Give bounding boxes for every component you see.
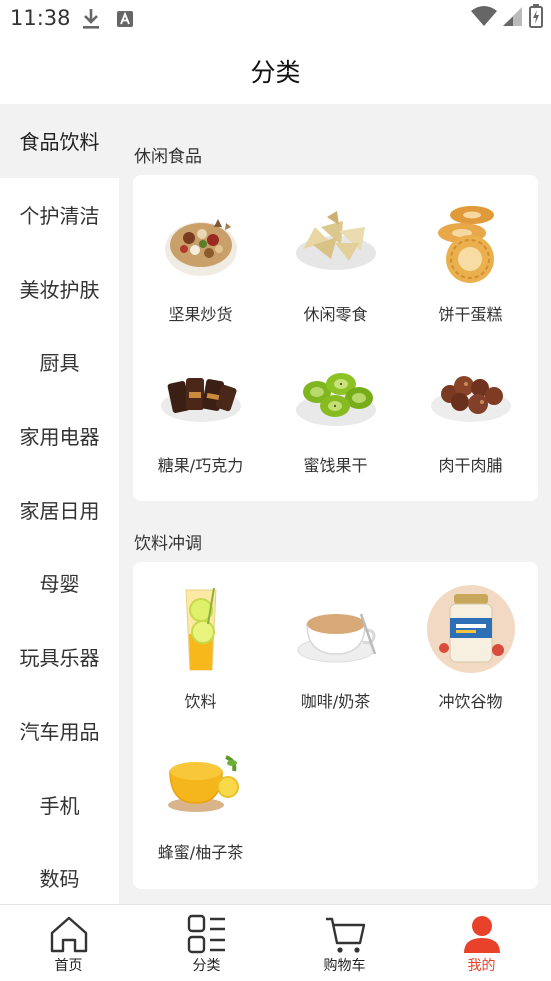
sidebar-item-label: 数码 [39, 867, 80, 892]
tab-home[interactable]: 首页 [0, 905, 137, 981]
section-title: 饮料冲调 [134, 534, 202, 554]
bottom-tab-bar: 首页 分类 购物车 我的 [0, 904, 551, 981]
dried-kiwi-image [291, 348, 381, 438]
sidebar-item-appliances[interactable]: 家用电器 [0, 398, 119, 473]
sidebar-item-kitchenware[interactable]: 厨具 [0, 325, 119, 399]
category-label: 咖啡/奶茶 [300, 692, 371, 711]
tab-cart[interactable]: 购物车 [276, 905, 413, 981]
sidebar-item-digital[interactable]: 数码 [0, 840, 119, 904]
category-tile[interactable]: 休闲零食 [268, 175, 403, 325]
status-bar: 11:38 [0, 0, 551, 38]
milk-tea-cup-image [291, 584, 381, 674]
meat-jerky-image [426, 348, 516, 438]
sidebar-item-personal-care[interactable]: 个护清洁 [0, 177, 119, 252]
category-tile[interactable]: 冲饮谷物 [403, 562, 538, 712]
category-tile[interactable]: 饮料 [133, 562, 268, 712]
cookies-image [426, 197, 516, 287]
category-tile[interactable]: 蜂蜜/柚子茶 [133, 713, 268, 863]
category-grid-icon [186, 913, 228, 955]
category-tile[interactable]: 蜜饯果干 [268, 326, 403, 476]
section-card-drinks: 饮料 咖啡/奶茶 冲饮谷物 蜂蜜/柚子茶 [133, 562, 538, 889]
sidebar-item-home-daily[interactable]: 家居日用 [0, 472, 119, 547]
category-sidebar[interactable]: 食品饮料 个护清洁 美妆护肤 厨具 家用电器 家居日用 母婴 玩具乐器 汽车用品… [0, 104, 119, 904]
category-label: 冲饮谷物 [438, 692, 503, 711]
page-title: 分类 [250, 58, 301, 87]
section-card-snacks: 坚果炒货 休闲零食 饼干蛋糕 糖果/巧克力 蜜饯果干 肉干肉脯 [133, 175, 538, 501]
sidebar-item-label: 家居日用 [19, 498, 100, 523]
sidebar-item-label: 家用电器 [19, 425, 100, 450]
sidebar-item-toys-instruments[interactable]: 玩具乐器 [0, 619, 119, 694]
sidebar-item-label: 手机 [39, 793, 80, 818]
category-content[interactable]: 休闲食品 坚果炒货 休闲零食 饼干蛋糕 糖果/巧克力 蜜饯果干 肉干肉脯 饮料冲… [119, 104, 551, 904]
snack-chips-image [291, 197, 381, 287]
category-label: 肉干肉脯 [438, 456, 503, 475]
sidebar-item-label: 厨具 [39, 351, 80, 376]
category-label: 蜂蜜/柚子茶 [157, 843, 244, 862]
tab-label: 首页 [54, 958, 83, 974]
sidebar-item-label: 母婴 [39, 572, 80, 597]
font-a-icon [116, 10, 134, 32]
battery-charging-icon [529, 4, 543, 32]
tab-label: 分类 [192, 958, 221, 974]
honey-citron-tea-image [156, 735, 246, 825]
tab-mine[interactable]: 我的 [413, 905, 550, 981]
category-label: 饮料 [184, 692, 217, 711]
wifi-icon [471, 5, 497, 31]
sidebar-item-beauty[interactable]: 美妆护肤 [0, 251, 119, 326]
tab-label: 购物车 [323, 958, 366, 974]
category-tile[interactable]: 糖果/巧克力 [133, 326, 268, 476]
category-tile[interactable]: 肉干肉脯 [403, 326, 538, 476]
tab-label: 我的 [467, 958, 496, 974]
sidebar-item-label: 玩具乐器 [19, 646, 100, 671]
category-label: 休闲零食 [303, 305, 368, 324]
category-label: 蜜饯果干 [303, 456, 368, 475]
category-tile[interactable]: 饼干蛋糕 [403, 175, 538, 325]
oatmeal-jar-image [426, 584, 516, 674]
download-icon [82, 7, 100, 35]
section-title: 休闲食品 [134, 147, 202, 167]
sidebar-item-label: 汽车用品 [19, 719, 100, 744]
sidebar-item-baby[interactable]: 母婴 [0, 546, 119, 620]
sidebar-item-phones[interactable]: 手机 [0, 767, 119, 841]
category-tile[interactable]: 坚果炒货 [133, 175, 268, 325]
tab-category[interactable]: 分类 [138, 905, 275, 981]
sidebar-item-food-drinks[interactable]: 食品饮料 [0, 104, 119, 178]
user-profile-icon [461, 913, 503, 955]
lemon-drink-image [156, 584, 246, 674]
category-label: 饼干蛋糕 [438, 305, 503, 324]
title-bar: 分类 [0, 38, 551, 104]
nuts-image [156, 197, 246, 287]
chocolate-bars-image [156, 348, 246, 438]
cellular-signal-icon [503, 5, 523, 31]
sidebar-item-label: 食品饮料 [19, 130, 100, 155]
sidebar-item-label: 美妆护肤 [19, 277, 100, 302]
category-tile[interactable]: 咖啡/奶茶 [268, 562, 403, 712]
category-label: 坚果炒货 [168, 305, 233, 324]
sidebar-item-car[interactable]: 汽车用品 [0, 693, 119, 768]
category-label: 糖果/巧克力 [157, 456, 244, 475]
home-icon [48, 913, 90, 955]
shopping-cart-icon [324, 913, 366, 955]
sidebar-item-label: 个护清洁 [19, 204, 100, 229]
status-time: 11:38 [10, 6, 71, 30]
